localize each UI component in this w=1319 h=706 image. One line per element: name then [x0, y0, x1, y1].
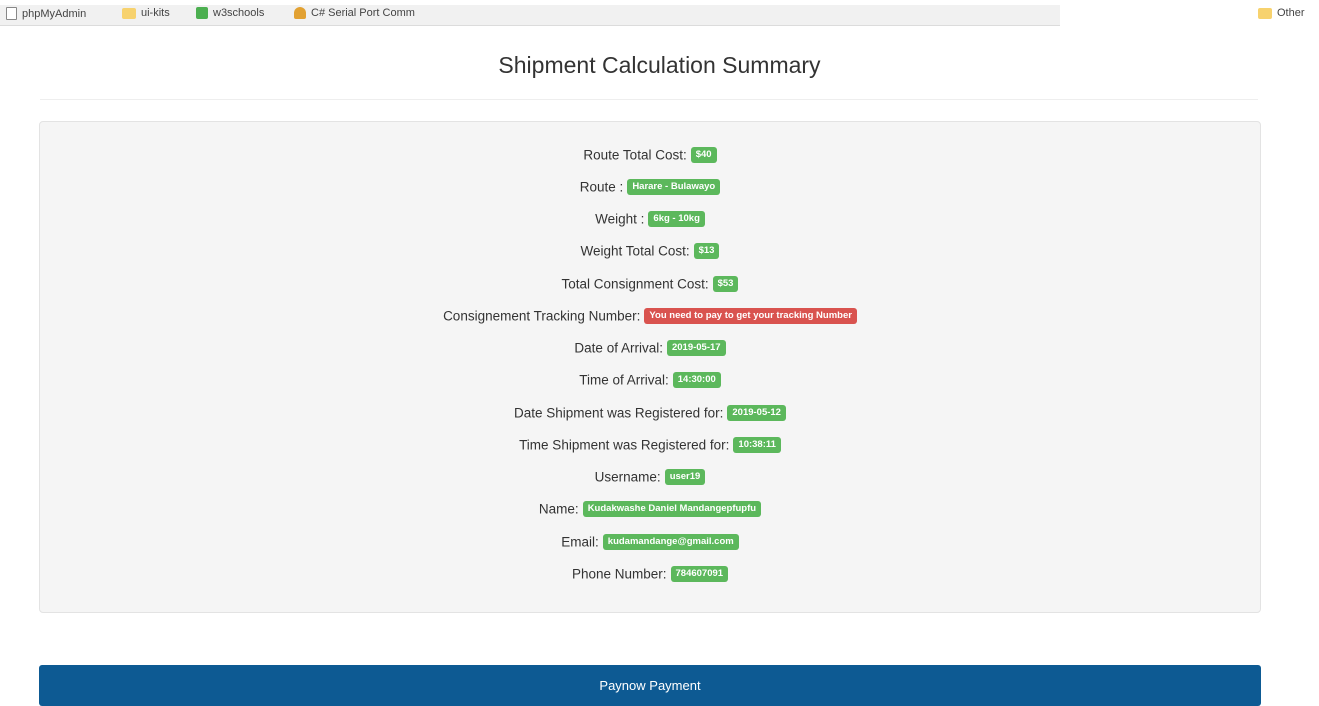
summary-row-date-registered: Date Shipment was Registered for: 2019-05… — [40, 404, 1260, 422]
summary-value-badge: 10:38:11 — [733, 437, 781, 454]
summary-value-badge: Kudakwashe Daniel Mandangepfupfu — [582, 501, 762, 518]
bookmark-label: C# Serial Port Comm — [311, 7, 415, 19]
bookmark-label: w3schools — [213, 7, 265, 19]
paynow-payment-button[interactable]: Paynow Payment — [39, 665, 1261, 706]
summary-value-badge: 14:30:00 — [672, 372, 721, 389]
page-title: Shipment Calculation Summary — [498, 52, 821, 78]
summary-row-weight: Weight :6kg - 10kg — [40, 210, 1260, 228]
summary-row-username: Username: user19 — [40, 468, 1260, 486]
summary-row-email: Email: kudamandange@gmail.com — [40, 533, 1260, 551]
summary-row-weight-total-cost: Weight Total Cost: $13 — [40, 242, 1260, 260]
summary-value-badge: 784607091 — [670, 566, 729, 583]
summary-value-badge: $13 — [693, 243, 720, 260]
summary-value-badge: Harare - Bulawayo — [627, 179, 721, 196]
summary-label: Time Shipment was Registered for: — [519, 437, 730, 453]
summary-row-route: Route : Harare - Bulawayo — [40, 178, 1260, 196]
summary-value-badge: 2019-05-17 — [666, 340, 726, 357]
bookmark-label: Other — [1277, 7, 1305, 19]
summary-value-badge: You need to pay to get your tracking Num… — [644, 308, 857, 325]
title-divider — [40, 99, 1258, 100]
summary-value-badge: 2019-05-12 — [727, 405, 786, 422]
csharp-icon — [294, 7, 306, 19]
summary-value-badge: kudamandange@gmail.com — [602, 534, 739, 551]
page-icon — [6, 7, 17, 20]
summary-label: Route Total Cost: — [583, 147, 687, 163]
w3schools-icon — [196, 7, 208, 19]
summary-label: Phone Number: — [571, 566, 667, 582]
summary-value-badge: $40 — [690, 147, 717, 164]
summary-row-tracking-number: Consignement Tracking Number: You need to… — [40, 307, 1260, 325]
folder-icon — [122, 7, 136, 19]
summary-value-badge: $53 — [712, 276, 739, 293]
bookmark-w3schools[interactable]: w3schools — [196, 7, 264, 19]
summary-value-badge: user19 — [664, 469, 706, 486]
folder-icon — [1258, 7, 1272, 19]
bookmark-other[interactable]: Other — [1258, 7, 1305, 19]
summary-label: Username: — [594, 469, 661, 485]
summary-label: Date of Arrival: — [574, 340, 663, 356]
summary-row-date-of-arrival: Date of Arrival: 2019-05-17 — [40, 339, 1260, 357]
bookmark-phpmyadmin[interactable]: phpMyAdmin — [6, 7, 86, 20]
summary-panel: Route Total Cost: $40 Route : Harare - Bul… — [39, 121, 1261, 613]
summary-label: Weight : — [595, 211, 645, 227]
summary-row-time-registered: Time Shipment was Registered for: 10:38:1… — [40, 436, 1260, 454]
summary-row-phone-number: Phone Number: 784607091 — [40, 565, 1260, 583]
summary-label: Date Shipment was Registered for: — [514, 405, 724, 421]
bookmarks-bar: phpMyAdmin ui-kits w3schools C# Serial P… — [0, 0, 1319, 28]
summary-label: Weight Total Cost: — [580, 243, 690, 259]
summary-label: Name: — [538, 501, 579, 517]
summary-label: Total Consignment Cost: — [561, 276, 709, 292]
summary-row-route-total-cost: Route Total Cost: $40 — [40, 146, 1260, 164]
summary-row-total-consignment-cost: Total Consignment Cost: $53 — [40, 275, 1260, 293]
summary-label: Time of Arrival: — [579, 372, 669, 388]
summary-row-name: Name: Kudakwashe Daniel Mandangepfupfu — [40, 500, 1260, 518]
bookmark-label: phpMyAdmin — [22, 7, 87, 20]
bookmark-csharp-serial[interactable]: C# Serial Port Comm — [294, 7, 415, 19]
summary-value-badge: 6kg - 10kg — [648, 211, 705, 228]
summary-label: Consignement Tracking Number: — [443, 308, 641, 324]
summary-label: Email: — [561, 534, 599, 550]
bookmark-label: ui-kits — [141, 7, 170, 19]
summary-label: Route : — [579, 179, 624, 195]
bookmark-ui-kits[interactable]: ui-kits — [122, 7, 170, 19]
summary-row-time-of-arrival: Time of Arrival: 14:30:00 — [40, 371, 1260, 389]
